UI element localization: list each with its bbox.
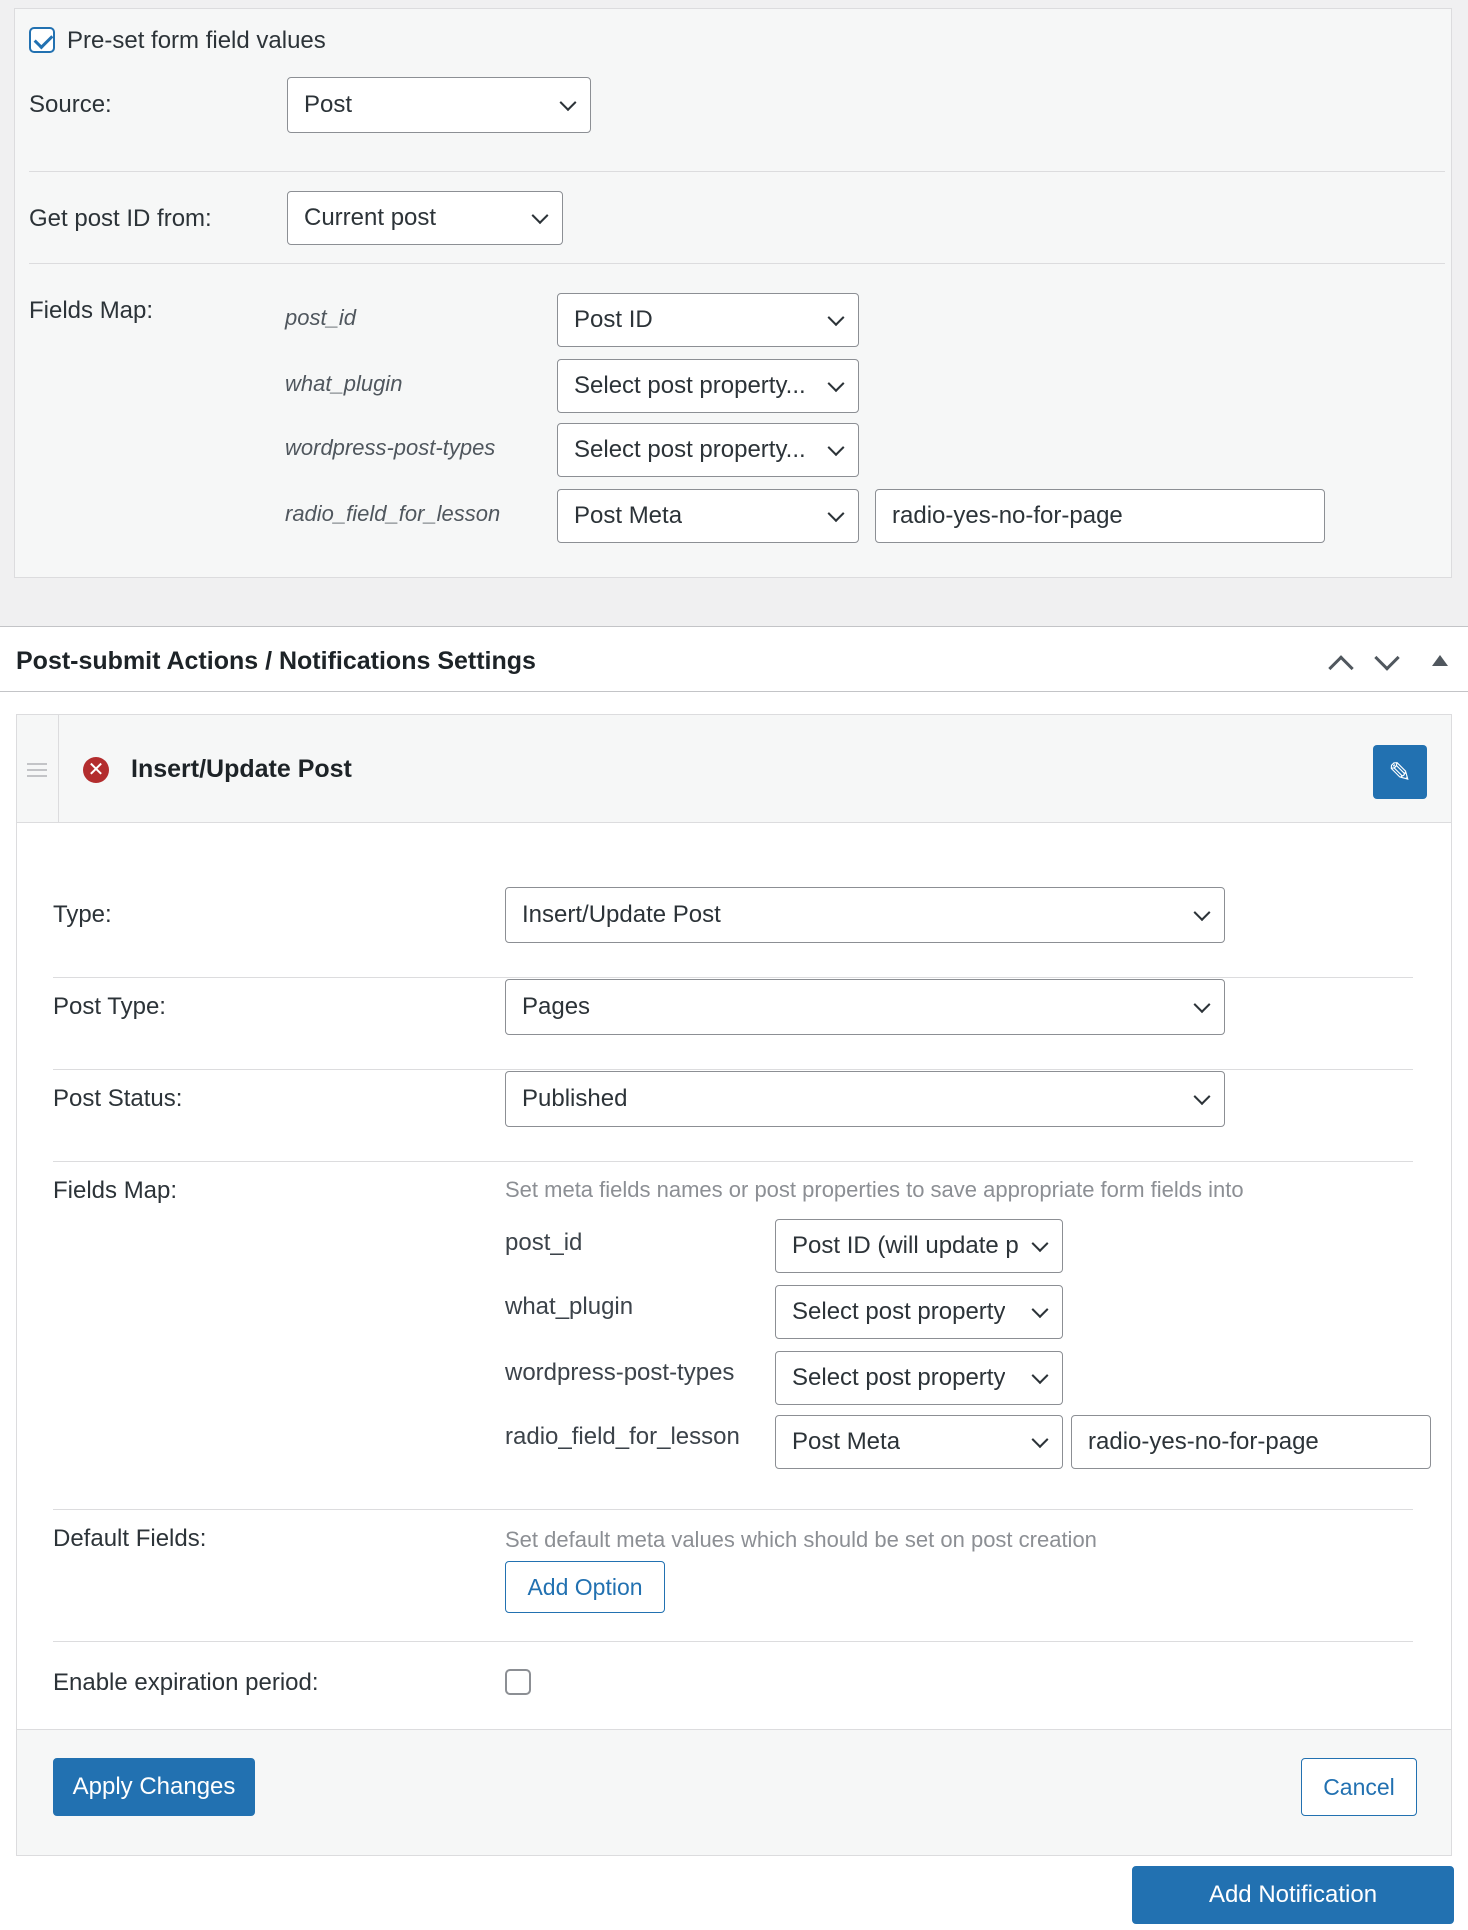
fields-map-help: Set meta fields names or post properties… <box>505 1177 1244 1202</box>
field-map-select[interactable]: Post ID <box>557 293 859 347</box>
chevron-down-icon <box>559 94 577 112</box>
default-fields-label: Default Fields: <box>53 1525 207 1552</box>
source-label: Source: <box>29 91 112 118</box>
divider <box>29 171 1445 172</box>
section-header: Post-submit Actions / Notifications Sett… <box>0 626 1468 692</box>
field-name: radio_field_for_lesson <box>285 501 501 526</box>
chevron-down-icon <box>1031 1367 1049 1385</box>
divider <box>53 977 1413 978</box>
field-map-select[interactable]: Select post property... <box>557 423 859 477</box>
fields-map-label: Fields Map: <box>53 1177 178 1204</box>
field-map-select[interactable]: Post ID (will update p <box>775 1219 1063 1273</box>
divider <box>29 263 1445 264</box>
cancel-button[interactable]: Cancel <box>1301 1758 1417 1816</box>
error-icon: ✕ <box>83 757 109 783</box>
add-option-button[interactable]: Add Option <box>505 1561 665 1613</box>
type-label: Type: <box>53 901 112 928</box>
chevron-down-icon <box>1193 904 1211 922</box>
meta-key-input[interactable]: radio-yes-no-for-page <box>1071 1415 1431 1469</box>
apply-changes-button[interactable]: Apply Changes <box>53 1758 255 1816</box>
default-fields-help: Set default meta values which should be … <box>505 1527 1097 1552</box>
field-name: radio_field_for_lesson <box>505 1423 740 1450</box>
chevron-down-icon <box>827 309 845 327</box>
section-title: Post-submit Actions / Notifications Sett… <box>16 647 536 675</box>
field-name: what_plugin <box>285 371 403 396</box>
field-name: wordpress-post-types <box>505 1359 735 1386</box>
post-status-label: Post Status: <box>53 1085 183 1112</box>
chevron-down-icon <box>1031 1431 1049 1449</box>
chevron-down-icon <box>531 207 549 225</box>
notification-title: Insert/Update Post <box>131 755 352 783</box>
post-id-source-label: Get post ID from: <box>29 205 212 232</box>
expiration-checkbox[interactable] <box>505 1669 531 1695</box>
post-type-label: Post Type: <box>53 993 166 1020</box>
divider <box>53 1161 1413 1162</box>
edit-button[interactable]: ✎ <box>1373 745 1427 799</box>
notification-card-footer: Apply Changes Cancel <box>17 1729 1451 1855</box>
chevron-down-icon <box>1193 996 1211 1014</box>
divider <box>53 1509 1413 1510</box>
preset-checkbox[interactable] <box>29 27 55 53</box>
notification-card-header: ✕ Insert/Update Post ✎ <box>17 715 1451 823</box>
field-name: wordpress-post-types <box>285 435 496 460</box>
fields-map-label: Fields Map: <box>29 297 154 324</box>
chevron-down-icon <box>827 439 845 457</box>
divider <box>53 1641 1413 1642</box>
type-select[interactable]: Insert/Update Post <box>505 887 1225 943</box>
field-map-select[interactable]: Post Meta <box>557 489 859 543</box>
move-down-icon[interactable] <box>1374 645 1400 671</box>
field-map-select[interactable]: Select post property <box>775 1351 1063 1405</box>
field-map-select[interactable]: Select post property <box>775 1285 1063 1339</box>
chevron-down-icon <box>827 375 845 393</box>
source-select[interactable]: Post <box>287 77 591 133</box>
meta-key-input[interactable]: radio-yes-no-for-page <box>875 489 1325 543</box>
pencil-icon: ✎ <box>1388 756 1412 788</box>
chevron-down-icon <box>1031 1301 1049 1319</box>
field-name: what_plugin <box>505 1293 634 1320</box>
collapse-toggle-icon[interactable] <box>1432 655 1448 666</box>
drag-handle-icon[interactable] <box>17 715 59 823</box>
post-submit-section: Post-submit Actions / Notifications Sett… <box>0 626 1468 1930</box>
chevron-down-icon <box>1031 1235 1049 1253</box>
chevron-down-icon <box>1193 1088 1211 1106</box>
field-name: post_id <box>505 1229 583 1256</box>
post-id-source-select[interactable]: Current post <box>287 191 563 245</box>
expiration-label: Enable expiration period: <box>53 1669 319 1696</box>
field-map-select[interactable]: Post Meta <box>775 1415 1063 1469</box>
preset-checkbox-label: Pre-set form field values <box>67 27 326 54</box>
add-notification-button[interactable]: Add Notification <box>1132 1866 1454 1924</box>
notification-card: ✕ Insert/Update Post ✎ Type: Insert/Upda… <box>16 714 1452 1856</box>
field-map-select[interactable]: Select post property... <box>557 359 859 413</box>
preset-panel: Pre-set form field values Source: Post G… <box>14 8 1452 578</box>
move-up-icon[interactable] <box>1328 655 1354 681</box>
divider <box>53 1069 1413 1070</box>
chevron-down-icon <box>827 505 845 523</box>
post-status-select[interactable]: Published <box>505 1071 1225 1127</box>
field-name: post_id <box>285 305 356 330</box>
post-type-select[interactable]: Pages <box>505 979 1225 1035</box>
